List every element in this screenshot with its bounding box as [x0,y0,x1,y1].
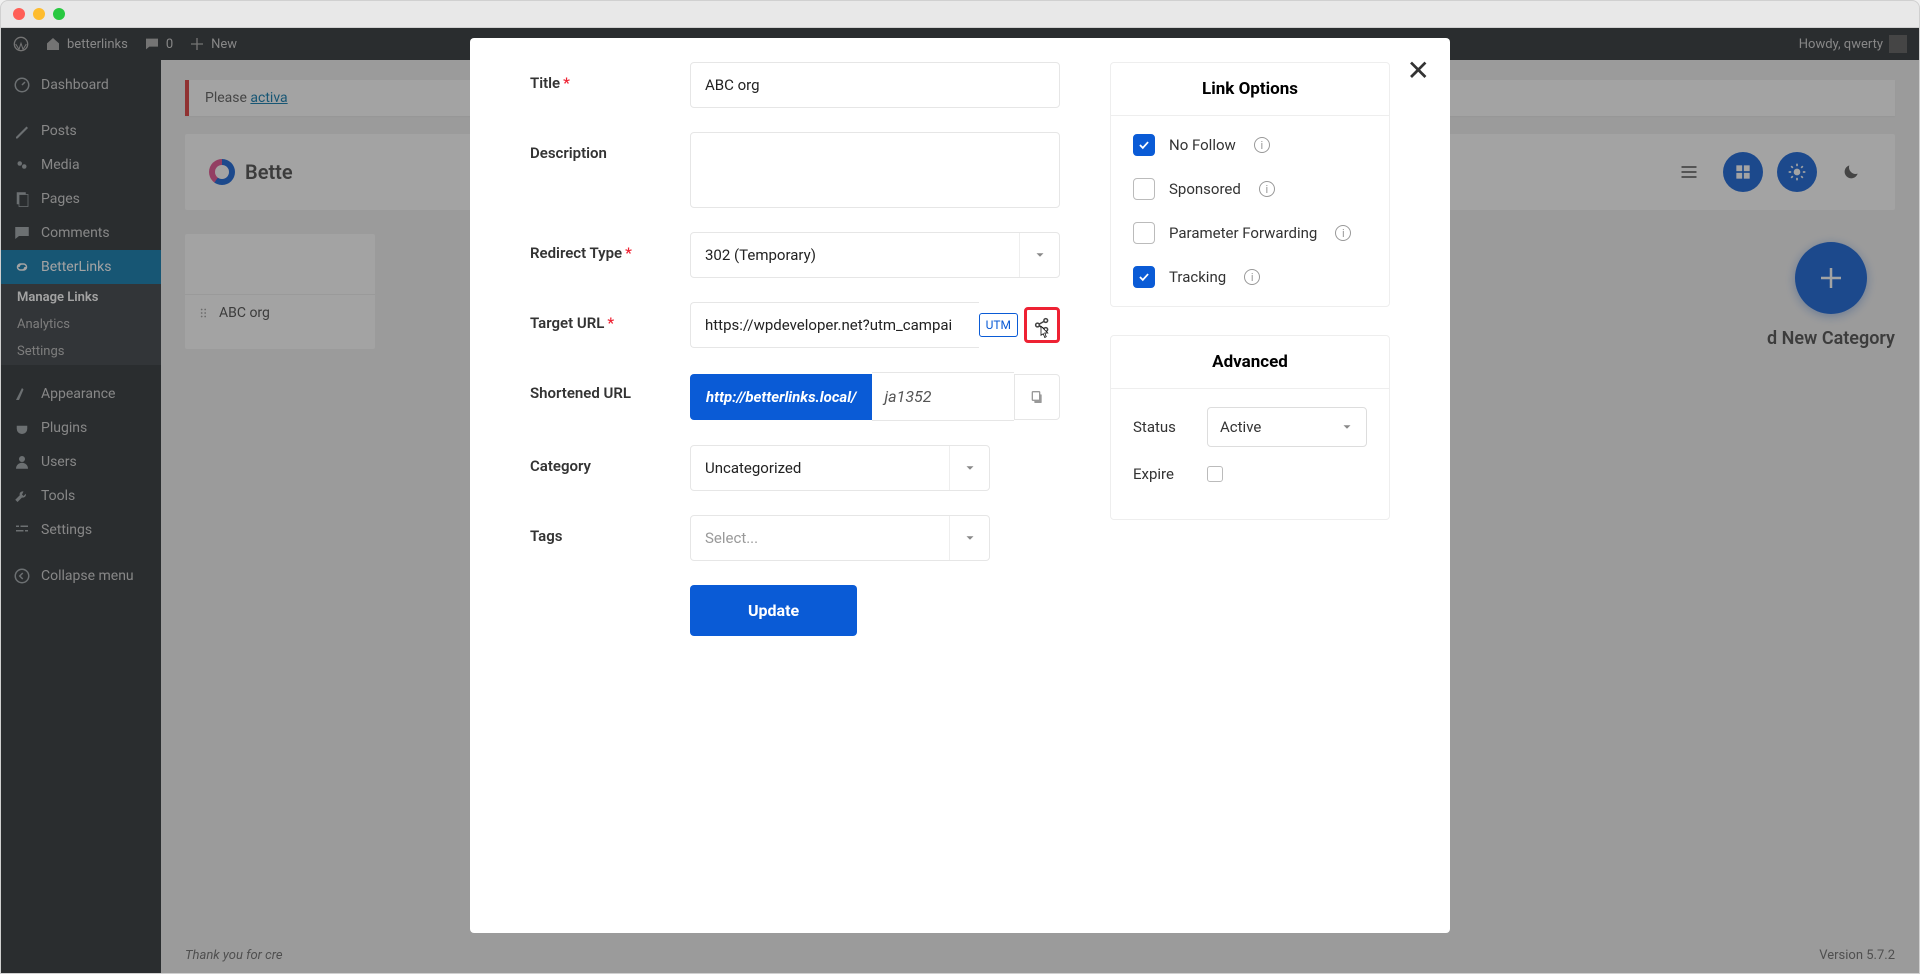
redirect-select[interactable]: 302 (Temporary) [690,232,1060,278]
modal-close-icon[interactable]: ✕ [1407,54,1430,87]
link-options-title: Link Options [1111,63,1389,116]
redirect-label: Redirect Type* [530,232,690,262]
nofollow-label: No Follow [1169,136,1236,154]
utm-button[interactable]: UTM [979,313,1018,337]
chevron-down-icon [949,446,989,490]
status-label: Status [1133,418,1189,436]
info-icon[interactable]: i [1335,225,1351,241]
tracking-checkbox[interactable] [1133,266,1155,288]
sponsored-checkbox[interactable] [1133,178,1155,200]
description-label: Description [530,132,690,162]
category-label: Category [530,445,690,475]
param-forwarding-label: Parameter Forwarding [1169,224,1317,242]
mac-close-dot[interactable] [13,8,25,20]
title-input[interactable]: ABC org [690,62,1060,108]
status-select[interactable]: Active [1207,407,1367,447]
mac-minimize-dot[interactable] [33,8,45,20]
cursor-pointer-icon [1035,324,1053,342]
edit-link-modal: ✕ Title* ABC org Description Redirect Ty… [470,38,1450,933]
description-textarea[interactable] [690,132,1060,208]
param-forwarding-checkbox[interactable] [1133,222,1155,244]
tracking-label: Tracking [1169,268,1226,286]
category-select[interactable]: Uncategorized [690,445,990,491]
advanced-title: Advanced [1111,336,1389,389]
expire-label: Expire [1133,465,1189,483]
update-button[interactable]: Update [690,585,857,636]
tags-select[interactable]: Select... [690,515,990,561]
target-url-input[interactable]: https://wpdeveloper.net?utm_campai [690,302,979,348]
copy-icon [1029,389,1045,405]
share-button[interactable] [1024,307,1060,343]
modal-backdrop[interactable]: ✕ Title* ABC org Description Redirect Ty… [1,28,1919,973]
shortened-url-label: Shortened URL [530,372,690,402]
expire-checkbox[interactable] [1207,466,1223,482]
short-url-slug-input[interactable]: ja1352 [872,372,1014,421]
sponsored-label: Sponsored [1169,180,1241,198]
nofollow-checkbox[interactable] [1133,134,1155,156]
copy-button[interactable] [1014,374,1060,420]
chevron-down-icon [1019,233,1059,277]
advanced-panel: Advanced Status Active Expire [1110,335,1390,520]
info-icon[interactable]: i [1244,269,1260,285]
chevron-down-icon [949,516,989,560]
tags-label: Tags [530,515,690,545]
mac-window-chrome [0,0,1920,28]
chevron-down-icon [1340,420,1354,434]
short-url-base: http://betterlinks.local/ [690,374,872,420]
title-label: Title* [530,62,690,92]
target-url-label: Target URL* [530,302,690,332]
info-icon[interactable]: i [1254,137,1270,153]
info-icon[interactable]: i [1259,181,1275,197]
link-options-panel: Link Options No Follow i Sponsored i [1110,62,1390,307]
mac-zoom-dot[interactable] [53,8,65,20]
